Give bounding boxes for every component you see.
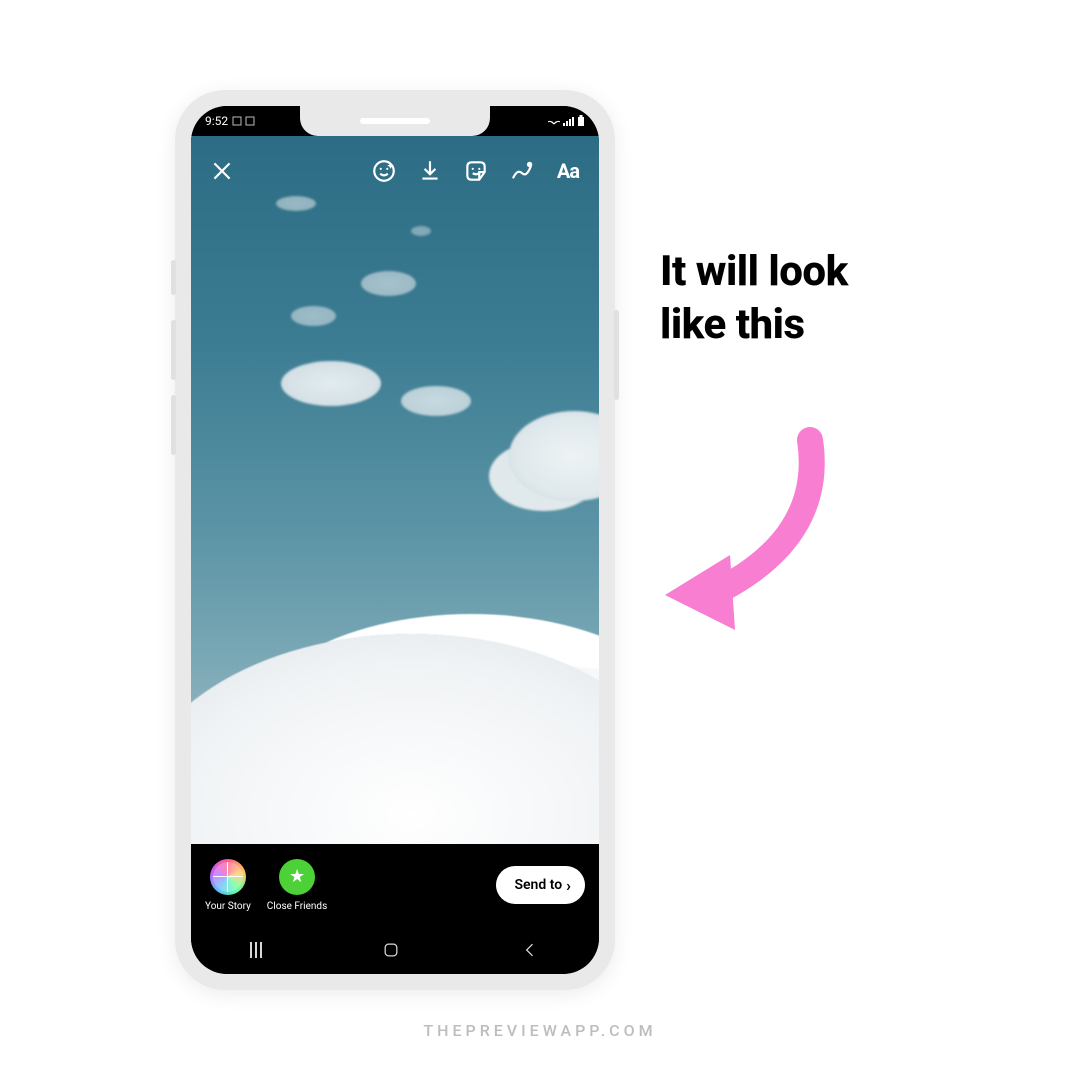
cloud-decoration: [401, 386, 471, 416]
annotation-line: It will look: [660, 246, 848, 299]
send-to-label: Send to: [514, 877, 562, 893]
story-toolbar: Aa: [191, 146, 599, 196]
phone-mockup-frame: 9:52: [175, 90, 615, 990]
text-aa-label: Aa: [557, 159, 579, 183]
cloud-decoration: [291, 306, 336, 326]
story-canvas[interactable]: Aa: [191, 136, 599, 844]
download-button[interactable]: [413, 154, 447, 188]
cloud-decoration: [361, 271, 416, 296]
cloud-decoration: [191, 634, 599, 844]
cloud-decoration: [411, 226, 431, 236]
phone-side-button: [171, 320, 176, 380]
status-right-icons: [548, 115, 585, 127]
phone-notch: [300, 106, 490, 136]
phone-screen: 9:52: [191, 106, 599, 974]
phone-side-button: [614, 310, 619, 400]
share-bar: Your Story ★ Close Friends Send to ›: [191, 844, 599, 926]
signal-icon: [563, 116, 574, 126]
annotation-line: like this: [660, 299, 848, 352]
text-button[interactable]: Aa: [551, 154, 585, 188]
chevron-right-icon: ›: [566, 876, 571, 895]
close-friends-icon: ★: [279, 859, 315, 895]
status-time: 9:52: [205, 114, 228, 128]
close-friends-button[interactable]: ★ Close Friends: [267, 859, 327, 912]
your-story-button[interactable]: Your Story: [205, 859, 251, 912]
draw-button[interactable]: [505, 154, 539, 188]
close-button[interactable]: [205, 154, 239, 188]
phone-side-button: [171, 260, 176, 295]
your-story-icon: [210, 859, 246, 895]
nav-back-button[interactable]: [520, 940, 540, 960]
send-to-button[interactable]: Send to ›: [496, 866, 585, 904]
cloud-decoration: [509, 411, 599, 501]
sticker-button[interactable]: [459, 154, 493, 188]
your-story-label: Your Story: [205, 901, 251, 912]
annotation-text: It will look like this: [660, 246, 848, 351]
watermark: THEPREVIEWAPP.COM: [0, 1021, 1080, 1040]
phone-side-button: [171, 395, 176, 455]
arrow-icon: [640, 420, 860, 640]
status-left-icons: [232, 116, 255, 126]
nav-home-button[interactable]: [381, 940, 401, 960]
face-filter-button[interactable]: [367, 154, 401, 188]
cloud-decoration: [276, 196, 316, 211]
nav-recents-button[interactable]: [250, 942, 262, 958]
close-friends-label: Close Friends: [267, 901, 327, 912]
cloud-decoration: [281, 361, 381, 406]
android-nav-bar: [191, 926, 599, 974]
battery-icon: [577, 115, 585, 127]
